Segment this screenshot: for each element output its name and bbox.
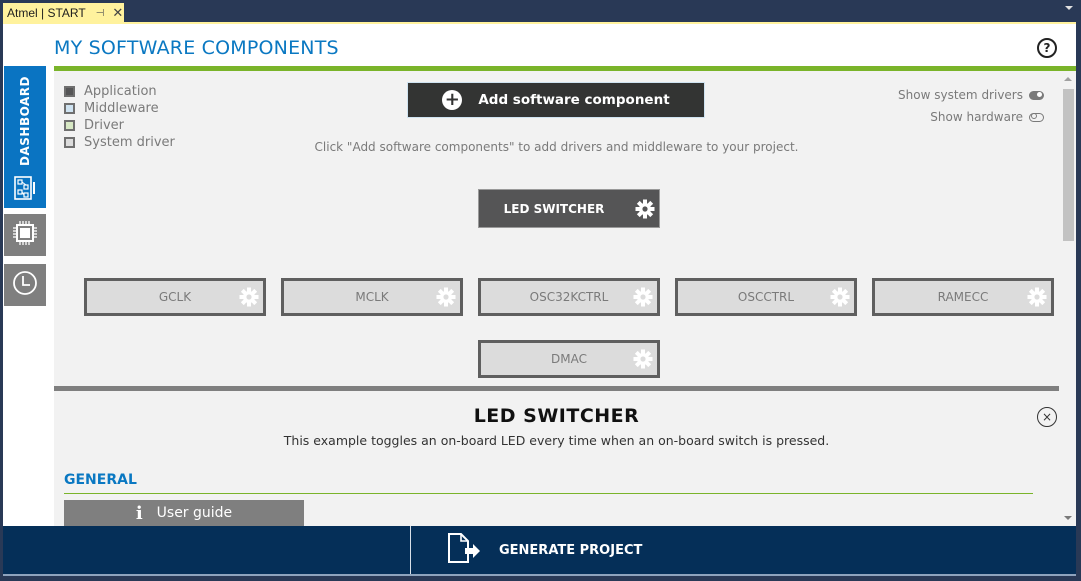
generate-project-label: GENERATE PROJECT xyxy=(499,542,643,558)
atmel-start-window: MY SOFTWARE COMPONENTS ? DASHBOARD Appli… xyxy=(3,24,1076,576)
toggle-label: Show system drivers xyxy=(898,88,1023,102)
detail-description: This example toggles an on-board LED eve… xyxy=(283,433,830,448)
sidebar-item-hardware[interactable] xyxy=(4,214,46,256)
gear-icon[interactable] xyxy=(239,287,259,307)
gear-icon[interactable] xyxy=(436,287,456,307)
user-guide-button[interactable]: i User guide xyxy=(64,500,304,526)
legend-label: Driver xyxy=(84,118,125,133)
upper-scrollbar[interactable] xyxy=(1059,71,1076,386)
gear-icon[interactable] xyxy=(633,349,653,369)
toggle-row-hardware: Show hardware xyxy=(898,106,1044,128)
close-detail-icon[interactable]: × xyxy=(1037,407,1057,427)
view-toggles: Show system drivers Show hardware xyxy=(898,84,1044,128)
legend-swatch xyxy=(64,120,75,131)
gear-icon[interactable] xyxy=(1027,287,1047,307)
export-file-icon xyxy=(447,533,481,567)
toggle-row-system-drivers: Show system drivers xyxy=(898,84,1044,106)
legend-item-driver: Driver xyxy=(64,117,175,134)
component-label: OSCCTRL xyxy=(737,290,795,304)
document-tab-label: Atmel | START xyxy=(7,6,86,20)
window-bottom-border xyxy=(3,574,1076,576)
show-system-drivers-toggle[interactable] xyxy=(1029,90,1044,100)
generate-project-button[interactable]: GENERATE PROJECT xyxy=(411,526,1076,574)
legend-label: Middleware xyxy=(84,101,159,116)
component-ramecc[interactable]: RAMECC xyxy=(872,278,1054,316)
toggle-knob xyxy=(1037,92,1042,97)
add-software-component-button[interactable]: + Add software component xyxy=(407,82,705,118)
gear-icon[interactable] xyxy=(633,287,653,307)
toggle-knob xyxy=(1031,113,1037,119)
help-icon[interactable]: ? xyxy=(1037,38,1057,58)
sidebar-item-dashboard[interactable]: DASHBOARD xyxy=(4,66,46,208)
legend-swatch xyxy=(64,103,75,114)
component-mclk[interactable]: MCLK xyxy=(281,278,463,316)
lower-scrollbar[interactable] xyxy=(1059,386,1076,526)
document-tab[interactable]: Atmel | START ⊣ ✕ xyxy=(3,3,124,23)
chip-icon xyxy=(12,220,38,250)
toggle-label: Show hardware xyxy=(930,110,1023,124)
section-title-general: GENERAL xyxy=(64,472,137,488)
components-canvas: Application Middleware Driver System dri… xyxy=(54,71,1059,386)
component-oscctrl[interactable]: OSCCTRL xyxy=(675,278,857,316)
component-led-switcher[interactable]: LED SWITCHER xyxy=(478,189,660,228)
component-osc32kctrl[interactable]: OSC32KCTRL xyxy=(478,278,660,316)
user-guide-label: User guide xyxy=(156,505,233,521)
sidebar-item-history[interactable] xyxy=(4,264,46,306)
tab-dropdown-icon[interactable] xyxy=(1065,6,1073,10)
dashboard-diagram-icon xyxy=(14,176,36,204)
section-divider xyxy=(64,493,1033,494)
legend-item-middleware: Middleware xyxy=(64,100,175,117)
component-label: DMAC xyxy=(551,352,587,366)
sidebar: DASHBOARD xyxy=(3,66,46,526)
component-label: GCLK xyxy=(158,290,192,304)
add-hint-text: Click "Add software components" to add d… xyxy=(314,140,799,154)
component-gclk[interactable]: GCLK xyxy=(84,278,266,316)
document-tab-bar: Atmel | START ⊣ ✕ xyxy=(0,0,1081,23)
legend-label: Application xyxy=(84,84,157,99)
show-hardware-toggle[interactable] xyxy=(1029,112,1044,122)
component-label: OSC32KCTRL xyxy=(529,290,609,304)
component-detail-panel: LED SWITCHER This example toggles an on-… xyxy=(54,391,1059,526)
pin-icon[interactable]: ⊣ xyxy=(96,8,105,19)
clock-icon xyxy=(12,270,38,300)
legend-item-application: Application xyxy=(64,83,175,100)
component-label: LED SWITCHER xyxy=(503,201,605,216)
sidebar-item-label: DASHBOARD xyxy=(18,76,32,166)
add-button-label: Add software component xyxy=(478,92,670,108)
page-title: MY SOFTWARE COMPONENTS xyxy=(54,37,339,59)
scroll-down-icon[interactable] xyxy=(1064,516,1072,520)
footer-bar: GENERATE PROJECT xyxy=(3,526,1076,574)
gear-icon[interactable] xyxy=(830,287,850,307)
scrollbar-thumb[interactable] xyxy=(1063,89,1074,241)
detail-title: LED SWITCHER xyxy=(473,405,640,427)
gear-icon[interactable] xyxy=(635,199,655,219)
close-icon[interactable]: ✕ xyxy=(112,5,123,21)
plus-circle-icon: + xyxy=(442,90,463,110)
scroll-up-icon[interactable] xyxy=(1064,77,1072,81)
component-label: RAMECC xyxy=(937,290,989,304)
header: MY SOFTWARE COMPONENTS ? xyxy=(3,24,1076,66)
info-icon: i xyxy=(135,502,143,524)
component-label: MCLK xyxy=(355,290,389,304)
component-dmac[interactable]: DMAC xyxy=(478,340,660,378)
legend-swatch xyxy=(64,86,75,97)
